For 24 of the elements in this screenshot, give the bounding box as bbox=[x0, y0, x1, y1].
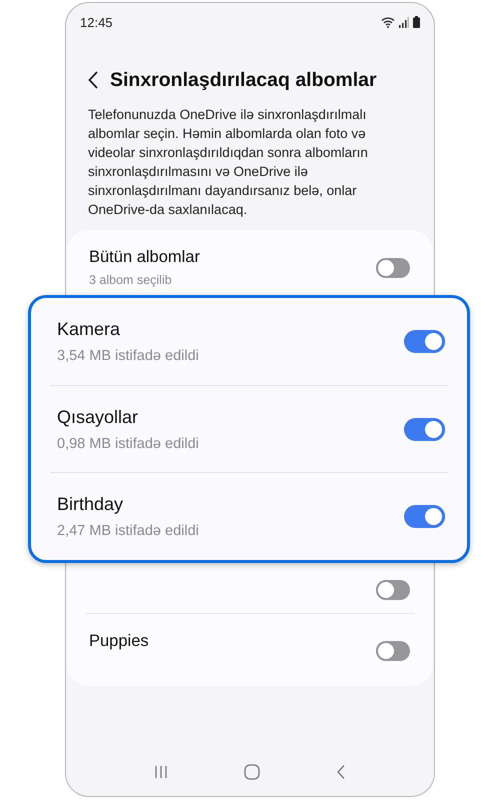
toggle-switch[interactable] bbox=[376, 258, 410, 278]
signal-icon bbox=[399, 16, 409, 28]
album-size: 2,47 MB istifadə edildi bbox=[57, 523, 199, 540]
album-title: Puppies bbox=[89, 632, 149, 651]
description-text: Telefonunuzda OneDrive ilə sinxronlaşdırılmalı albomlar seçin. Həmin albomlarda olan foto və videolar sinxronlaşdırıldıqdan sonra albomların sinxronlaşdırılmasını və OneDrive ilə sinxronlaşdırılmanı dayandırsanız belə, onlar OneDrive-da saxlanılacaq. bbox=[88, 106, 369, 219]
wifi-icon bbox=[381, 16, 395, 28]
toggle-switch[interactable] bbox=[376, 641, 410, 661]
status-time: 12:45 bbox=[80, 14, 113, 30]
back-icon[interactable] bbox=[88, 71, 98, 89]
setting-subtitle: 3 albom seçilib bbox=[89, 273, 173, 287]
toggle-switch[interactable] bbox=[376, 580, 410, 600]
album-title: Qısayollar bbox=[57, 406, 140, 428]
recent-apps-icon[interactable] bbox=[154, 765, 168, 779]
toggle-switch[interactable] bbox=[404, 418, 445, 440]
toggle-switch[interactable] bbox=[404, 505, 445, 528]
album-size: 3,54 MB istifadə edildi bbox=[57, 348, 199, 364]
album-title: Kamera bbox=[57, 318, 122, 340]
battery-icon bbox=[413, 16, 420, 28]
setting-title: Bütün albomlar bbox=[89, 248, 200, 267]
home-icon[interactable] bbox=[244, 764, 260, 780]
toggle-switch[interactable] bbox=[404, 330, 445, 353]
page-title: Sinxronlaşdırılacaq albomlar bbox=[110, 68, 377, 92]
album-size: 0,98 MB istifadə edildi bbox=[57, 436, 199, 452]
album-title: Birthday bbox=[57, 494, 124, 516]
